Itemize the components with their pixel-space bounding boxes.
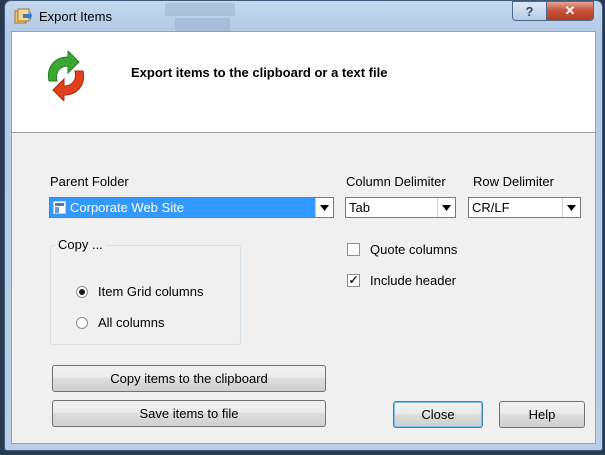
dialog-header: Export items to the clipboard or a text … [12,32,595,133]
header-text: Export items to the clipboard or a text … [131,65,388,80]
title-close-button[interactable]: ✕ [546,1,594,21]
background-blur [165,3,235,16]
include-header-checkbox[interactable]: ✓ [347,274,360,287]
chevron-down-icon[interactable] [437,198,455,217]
row-delimiter-dropdown[interactable]: CR/LF [468,197,581,218]
all-columns-label[interactable]: All columns [98,315,164,330]
background-blur [175,18,230,31]
help-button[interactable]: Help [499,401,585,428]
dialog-body: Export items to the clipboard or a text … [11,31,596,444]
column-delimiter-label: Column Delimiter [346,174,446,189]
window-title: Export Items [39,9,112,24]
title-bar[interactable]: Export Items ? ✕ [5,1,602,31]
chevron-down-icon[interactable] [562,198,580,217]
parent-folder-dropdown[interactable]: Corporate Web Site [49,197,334,218]
copy-group-title: Copy ... [55,237,106,252]
include-header-label[interactable]: Include header [370,273,456,288]
refresh-arrows-icon [47,51,85,101]
item-grid-columns-label[interactable]: Item Grid columns [98,284,203,299]
save-to-file-button[interactable]: Save items to file [52,400,326,427]
export-items-icon [14,8,32,24]
parent-folder-value: Corporate Web Site [50,198,315,217]
row-delimiter-value: CR/LF [472,200,510,215]
quote-columns-label[interactable]: Quote columns [370,242,457,257]
close-button[interactable]: Close [393,401,483,428]
radio-all-columns[interactable] [76,317,88,329]
row-delimiter-label: Row Delimiter [473,174,554,189]
column-delimiter-dropdown[interactable]: Tab [345,197,456,218]
radio-item-grid-columns[interactable] [76,286,88,298]
parent-folder-label: Parent Folder [50,174,129,189]
export-items-window: Export Items ? ✕ Export items to the cli… [4,0,603,451]
quote-columns-checkbox[interactable] [347,243,360,256]
copy-to-clipboard-button[interactable]: Copy items to the clipboard [52,365,326,392]
column-delimiter-value: Tab [349,200,370,215]
title-help-button[interactable]: ? [512,1,547,21]
folder-icon [53,201,66,214]
copy-groupbox: Copy ... Item Grid columns All columns [50,237,241,345]
chevron-down-icon[interactable] [315,198,333,217]
